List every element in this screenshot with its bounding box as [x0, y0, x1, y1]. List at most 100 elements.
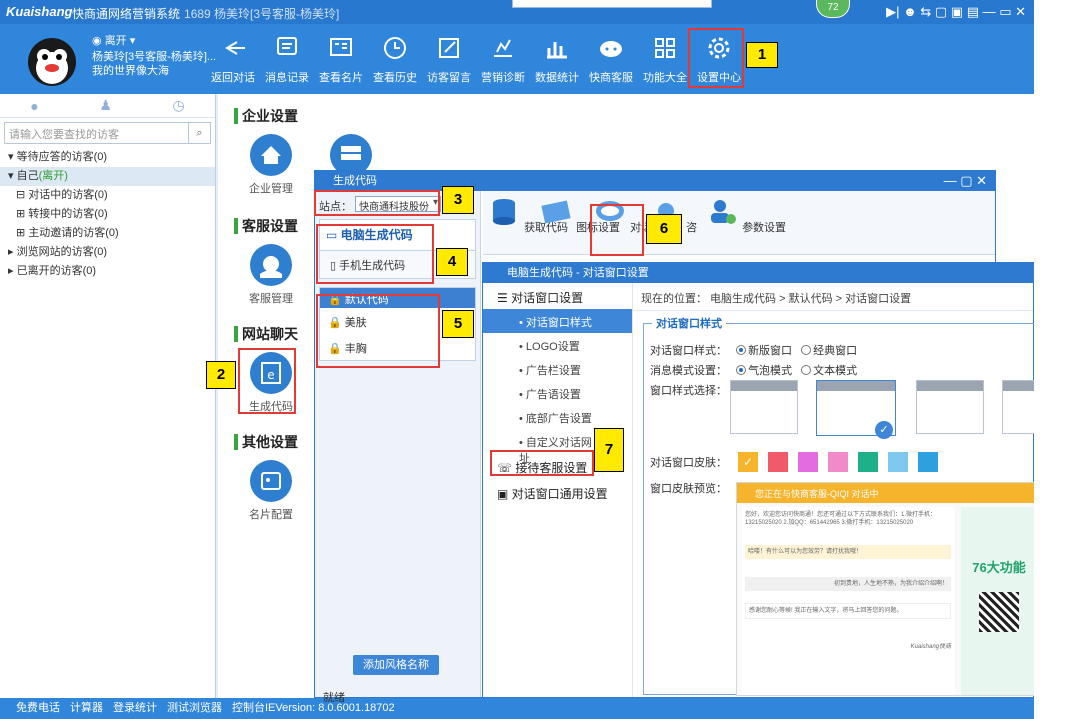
radio-text-mode[interactable]: [801, 365, 812, 375]
tree-item[interactable]: ▸ 浏览网站的访客(0): [0, 243, 215, 262]
add-style-button[interactable]: 添加风格名称: [353, 655, 439, 675]
style-fieldset: 对话窗口样式 对话窗口样式： 新版窗口 经典窗口 消息模式设置： 气泡模式 文本…: [643, 315, 1034, 696]
skin-swatch[interactable]: [858, 452, 878, 472]
database-icon: [493, 199, 515, 225]
statusbar-item[interactable]: 登录统计: [113, 702, 157, 714]
param-settings-button[interactable]: 参数设置: [705, 197, 786, 235]
menu-group-general[interactable]: ▣ 对话窗口通用设置: [483, 479, 632, 505]
menu-item[interactable]: • 底部广告设置: [483, 405, 632, 429]
dialog-window-controls[interactable]: — ▢ ✕: [944, 171, 987, 191]
preview-msg: 初到贵地，人生地不熟，为我介绍介绍啊！: [745, 577, 951, 591]
menu-group-label: 对话窗口通用设置: [511, 487, 608, 501]
menu-item-label[interactable]: 客服管理: [231, 290, 311, 306]
clock-tab-icon[interactable]: ◷: [172, 97, 184, 114]
visitor-search-input[interactable]: 请输入您要查找的访客 ⌕: [4, 122, 211, 144]
chat-tab-icon[interactable]: ●: [30, 98, 38, 114]
tree-item[interactable]: ▾ 等待应答的访客(0): [0, 148, 215, 167]
toolbar-service-button[interactable]: 快商客服: [584, 30, 638, 88]
menu-group-chat-window[interactable]: ☰ 对话窗口设置: [483, 283, 632, 309]
menu-item[interactable]: • 广告语设置: [483, 381, 632, 405]
highlight-reception: [490, 450, 594, 476]
stats-icon: [547, 42, 567, 59]
dialog-header: 生成代码 — ▢ ✕: [315, 171, 995, 191]
titlebar: Kuaishang 快商通网络营销系统 1689 杨美玲[3号客服-杨美玲] 72…: [0, 0, 1034, 24]
section-title: 其他设置: [234, 434, 298, 450]
status-away[interactable]: ◉ 离开 ▾: [92, 34, 216, 48]
home-icon[interactable]: [250, 134, 292, 176]
menu-item-label: 底部广告设置: [525, 413, 592, 425]
preview-brand: Kuaishang快商: [910, 644, 951, 650]
tree-item[interactable]: ▸ 已离开的访客(0): [0, 262, 215, 281]
penguin-avatar[interactable]: [26, 32, 78, 88]
radio-new-window[interactable]: [736, 345, 747, 355]
layout-thumb[interactable]: [730, 380, 798, 434]
toolbar-diagnosis-button[interactable]: 营销诊断: [476, 30, 530, 88]
statusbar-item[interactable]: 控制台IEVersion: 8.0.6001.18702: [232, 702, 395, 714]
user-signature[interactable]: 我的世界像大海: [92, 64, 216, 78]
toolbar-return-button[interactable]: 返回对话: [206, 30, 260, 88]
statusbar-item[interactable]: 免费电话: [16, 702, 60, 714]
headset-icon[interactable]: [250, 244, 292, 286]
layout-thumb-selected[interactable]: ✓: [816, 380, 896, 439]
skin-swatch[interactable]: [768, 452, 788, 472]
radio-bubble-mode[interactable]: [736, 365, 747, 375]
statusbar-item[interactable]: 测试浏览器: [167, 702, 222, 714]
statusbar-item[interactable]: 计算器: [70, 702, 103, 714]
menu-item-label[interactable]: 企业管理: [231, 180, 311, 196]
callout-6: 6: [646, 214, 682, 244]
skin-swatch[interactable]: [888, 452, 908, 472]
window-buttons[interactable]: ▶| ☻ ⇆ ▢ ▣ ▤ — ▭ ✕: [886, 4, 1026, 20]
skin-swatch[interactable]: [918, 452, 938, 472]
toolbar-message-record-button[interactable]: 消息记录: [260, 30, 314, 88]
message-mode-row: 消息模式设置： 气泡模式 文本模式: [650, 365, 858, 377]
search-icon[interactable]: ⌕: [188, 123, 210, 143]
left-tabs: ● ♟ ◷: [0, 94, 215, 118]
preview-chat: 您好，欢迎您访问快商通！您还可通过以下方式联系我们：1.微打手机：1321502…: [741, 507, 955, 695]
away-status: (离开): [38, 170, 68, 182]
qr-code-icon: [979, 592, 1019, 632]
tree-item[interactable]: ⊞ 转接中的访客(0): [0, 205, 215, 224]
card-icon: [330, 38, 352, 56]
toolbar-label: 功能大全: [643, 72, 687, 84]
callout-7: 7: [594, 428, 624, 472]
radio-classic-window[interactable]: [801, 345, 812, 355]
person-tab-icon[interactable]: ♟: [99, 97, 112, 114]
highlight-site: [314, 190, 440, 216]
history-icon: [384, 37, 406, 59]
settings-menu: ☰ 对话窗口设置 • 对话窗口样式 • LOGO设置 • 广告栏设置 • 广告语设置 • …: [483, 283, 633, 697]
top-search-box[interactable]: [512, 0, 712, 8]
menu-item[interactable]: • 广告栏设置: [483, 357, 632, 381]
toolbar-label: 快商客服: [589, 72, 633, 84]
menu-item[interactable]: • 对话窗口样式: [483, 309, 632, 333]
toolbar-label: 营销诊断: [481, 72, 525, 84]
toolbar-grid-button[interactable]: 功能大全: [638, 30, 692, 88]
layout-thumb[interactable]: [1002, 380, 1034, 434]
preview-title: 您正在与快商客服-QIQI 对话中: [737, 483, 1034, 503]
menu-item-label: LOGO设置: [525, 341, 580, 353]
toolbar-history-button[interactable]: 查看历史: [368, 30, 422, 88]
layout-thumb[interactable]: [916, 380, 984, 434]
callout-1: 1: [746, 42, 778, 68]
skin-label: 对话窗口皮肤：: [650, 457, 727, 469]
toolbar-stats-button[interactable]: 数据统计: [530, 30, 584, 88]
menu-item[interactable]: • LOGO设置: [483, 333, 632, 357]
preview-welcome: 您好，欢迎您访问快商通！您还可通过以下方式联系我们：1.微打手机：1321502…: [745, 512, 937, 526]
highlight-pc-code: [316, 224, 434, 284]
tree-item[interactable]: ⊟ 对话中的访客(0): [0, 186, 215, 205]
toolbar-edit-button[interactable]: 访客留言: [422, 30, 476, 88]
skin-swatch[interactable]: [798, 452, 818, 472]
menu-item-label: 广告栏设置: [525, 365, 581, 377]
chat-window-settings-dialog: 电脑生成代码 - 对话窗口设置 ☰ 对话窗口设置 • 对话窗口样式 • LOGO设置…: [482, 262, 1034, 698]
skin-swatch[interactable]: ✓: [738, 452, 758, 472]
menu-item-label[interactable]: 名片配置: [231, 506, 311, 522]
preview-ad: 76大功能: [961, 507, 1034, 695]
grid-icon: [655, 38, 675, 58]
skin-swatch[interactable]: [828, 452, 848, 472]
tree-item[interactable]: ⊞ 主动邀请的访客(0): [0, 224, 215, 243]
toolbar-card-button[interactable]: 查看名片: [314, 30, 368, 88]
visitor-tree: ▾ 等待应答的访客(0) ▾ 自己(离开) ⊟ 对话中的访客(0) ⊞ 转接中的访客(…: [0, 148, 215, 281]
notification-badge[interactable]: 72: [816, 0, 850, 18]
tree-item[interactable]: ▾ 自己(离开): [0, 167, 215, 186]
highlight-generate-code: [238, 348, 296, 414]
card-config-icon[interactable]: [250, 460, 292, 502]
